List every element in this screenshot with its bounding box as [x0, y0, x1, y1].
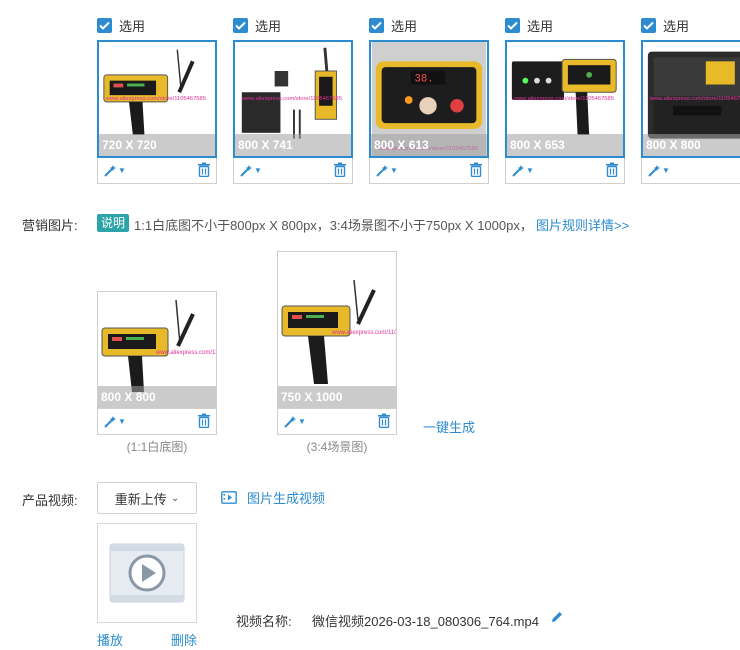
image-toolbar: ▼: [369, 158, 489, 184]
chevron-down-icon: ▼: [298, 417, 306, 426]
video-thumbnail[interactable]: [97, 523, 197, 623]
image-toolbar: ▼: [277, 409, 397, 435]
selectable-image-card: 选用 www.aliexpress.com/store/1105467585 720…: [97, 14, 217, 184]
film-icon: [221, 491, 237, 504]
selectable-image-card: 选用 www.aliexpress.com/store/1105467585 800…: [505, 14, 625, 184]
trash-icon[interactable]: [605, 162, 619, 180]
watermark-text: www.aliexpress.com/store/1105467585: [649, 96, 740, 102]
image-rules-link[interactable]: 图片规则详情>>: [536, 215, 629, 234]
selectable-image-card: 选用 38.www.aliexpress.com/store/1105467585…: [369, 14, 489, 184]
watermark-text: www.aliexpress.com/store/1105467585: [241, 96, 342, 102]
chevron-down-icon: ▼: [390, 166, 398, 175]
chevron-down-icon: ▼: [254, 166, 262, 175]
use-checkbox-row[interactable]: 选用: [505, 14, 625, 36]
chevron-down-icon: ⌄: [170, 492, 180, 504]
use-checkbox-row[interactable]: 选用: [641, 14, 740, 36]
magic-wand-icon: [240, 164, 252, 177]
product-image[interactable]: www.aliexpress.com/store/1105467585 720 X…: [97, 40, 217, 158]
dimension-label: 750 X 1000: [278, 386, 396, 408]
image-toolbar: ▼: [97, 158, 217, 184]
video-label: 产品视频:: [22, 493, 78, 508]
use-checkbox-row[interactable]: 选用: [233, 14, 353, 36]
checkbox-checked-icon[interactable]: [233, 17, 248, 33]
reupload-button-label: 重新上传: [114, 491, 167, 507]
magic-wand-menu[interactable]: ▼: [647, 164, 670, 178]
magic-wand-menu[interactable]: ▼: [375, 164, 398, 178]
dimension-label: 800 X 800: [98, 386, 216, 408]
magic-wand-icon: [104, 164, 116, 177]
trash-icon[interactable]: [377, 413, 391, 431]
image-toolbar: ▼: [505, 158, 625, 184]
chevron-down-icon: ▼: [118, 166, 126, 175]
use-checkbox-label: 选用: [663, 18, 690, 34]
checkbox-checked-icon[interactable]: [641, 17, 656, 33]
svg-text:www.aliexpress.com/1105467585: www.aliexpress.com/1105467585: [155, 350, 216, 356]
image-toolbar: ▼: [97, 409, 217, 435]
dimension-label: 800 X 800: [643, 134, 740, 156]
image-toolbar: ▼: [233, 158, 353, 184]
marketing-label: 营销图片:: [22, 218, 78, 233]
dimension-label: 800 X 613: [371, 134, 487, 156]
pencil-icon[interactable]: [550, 610, 564, 627]
magic-wand-icon: [648, 164, 660, 177]
trash-icon[interactable]: [469, 162, 483, 180]
play-link[interactable]: 播放: [97, 630, 123, 649]
trash-icon[interactable]: [333, 162, 347, 180]
dimension-label: 800 X 653: [507, 134, 623, 156]
image-to-video-link: 图片生成视频: [247, 491, 326, 506]
magic-wand-icon: [104, 415, 116, 428]
video-file-name: 微信视频2026-03-18_080306_764.mp4: [312, 614, 539, 629]
use-checkbox-label: 选用: [255, 18, 282, 34]
svg-text:38.: 38.: [415, 74, 434, 86]
checkbox-checked-icon[interactable]: [97, 17, 112, 33]
product-image[interactable]: www.aliexpress.com/store/1105467585 800 X…: [233, 40, 353, 158]
delete-link[interactable]: 删除: [171, 630, 197, 649]
square-caption: (1:1白底图): [126, 440, 188, 454]
use-checkbox-label: 选用: [391, 18, 418, 34]
checkbox-checked-icon[interactable]: [369, 17, 384, 33]
dimension-label: 720 X 720: [99, 134, 215, 156]
marketing-square-image[interactable]: www.aliexpress.com/1105467585 800 X 800: [97, 291, 217, 409]
trash-icon[interactable]: [197, 413, 211, 431]
magic-wand-menu[interactable]: ▼: [103, 415, 126, 429]
one-click-generate-link[interactable]: 一键生成: [423, 417, 475, 436]
magic-wand-menu[interactable]: ▼: [511, 164, 534, 178]
video-name-label: 视频名称:: [236, 614, 292, 629]
dimension-label: 800 X 741: [235, 134, 351, 156]
image-toolbar: ▼: [641, 158, 740, 184]
use-checkbox-row[interactable]: 选用: [97, 14, 217, 36]
use-checkbox-label: 选用: [119, 18, 146, 34]
magic-wand-icon: [284, 415, 296, 428]
use-checkbox-row[interactable]: 选用: [369, 14, 489, 36]
info-badge: 说明: [97, 214, 130, 232]
magic-wand-menu[interactable]: ▼: [239, 164, 262, 178]
product-image[interactable]: www.aliexpress.com/store/1105467585 800 X…: [641, 40, 740, 158]
selectable-image-card: 选用 www.aliexpress.com/store/1105467585 800…: [233, 14, 353, 184]
magic-wand-icon: [376, 164, 388, 177]
product-image[interactable]: 38.www.aliexpress.com/store/110546758580…: [369, 40, 489, 158]
svg-text:www.aliexpress.com/1105467585: www.aliexpress.com/1105467585: [331, 330, 396, 336]
portrait-caption: (3:4场景图): [306, 440, 368, 454]
trash-icon[interactable]: [197, 162, 211, 180]
image-to-video-action[interactable]: 图片生成视频: [221, 488, 325, 507]
watermark-text: www.aliexpress.com/store/1105467585: [513, 96, 614, 102]
chevron-down-icon: ▼: [118, 417, 126, 426]
chevron-down-icon: ▼: [526, 166, 534, 175]
product-image[interactable]: www.aliexpress.com/store/1105467585 800 X…: [505, 40, 625, 158]
marketing-portrait-image[interactable]: www.aliexpress.com/1105467585 750 X 1000: [277, 251, 397, 409]
chevron-down-icon: ▼: [662, 166, 670, 175]
magic-wand-menu[interactable]: ▼: [283, 415, 306, 429]
marketing-description: 1:1白底图不小于800px X 800px，3:4场景图不小于750px X …: [134, 218, 533, 233]
checkbox-checked-icon[interactable]: [505, 17, 520, 33]
video-player-icon: [109, 543, 185, 603]
reupload-button[interactable]: 重新上传 ⌄: [97, 482, 197, 514]
magic-wand-menu[interactable]: ▼: [103, 164, 126, 178]
use-checkbox-label: 选用: [527, 18, 554, 34]
magic-wand-icon: [512, 164, 524, 177]
watermark-text: www.aliexpress.com/store/1105467585: [105, 96, 206, 102]
selectable-image-card: 选用 www.aliexpress.com/store/1105467585 800…: [641, 14, 740, 184]
